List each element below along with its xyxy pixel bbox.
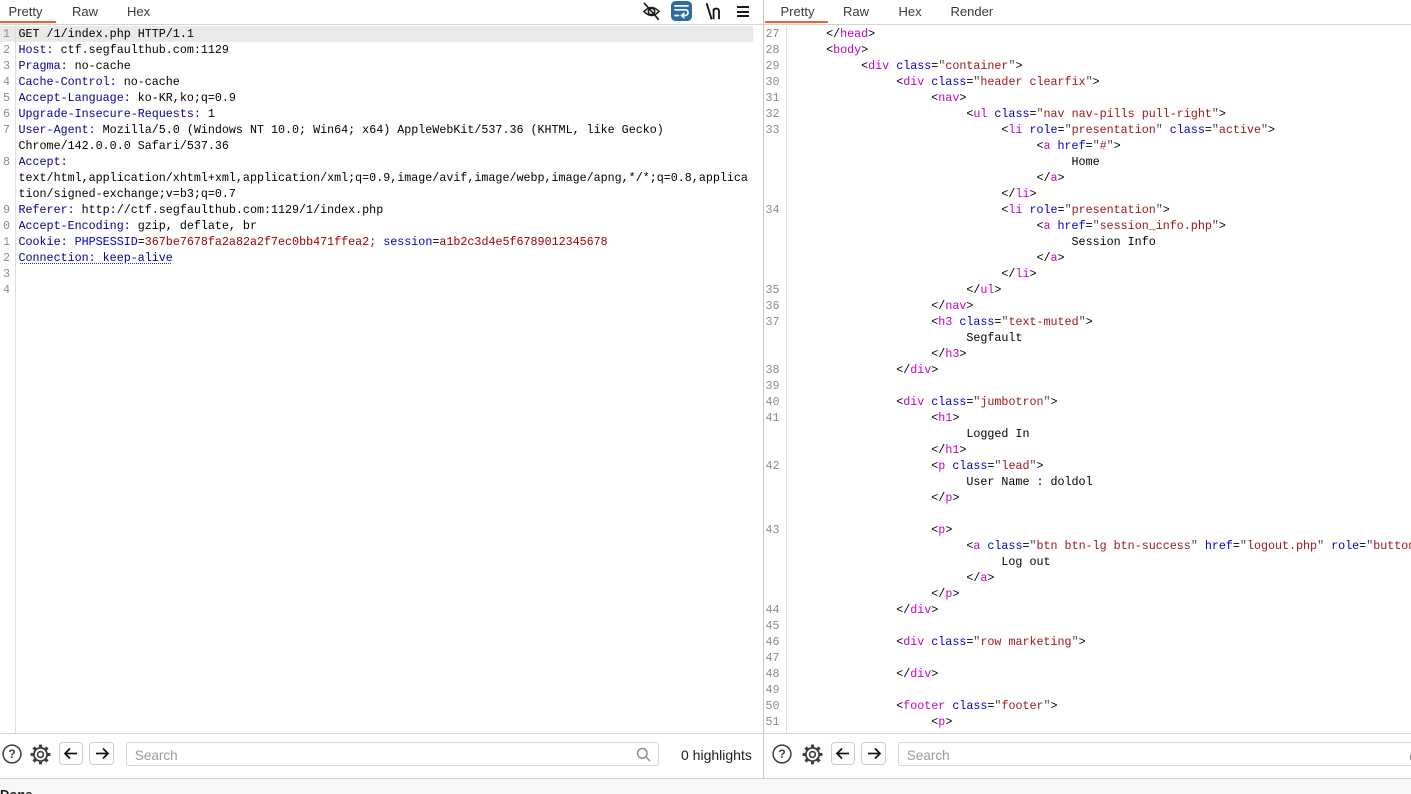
- svg-text:?: ?: [778, 747, 785, 761]
- svg-text:?: ?: [8, 747, 15, 761]
